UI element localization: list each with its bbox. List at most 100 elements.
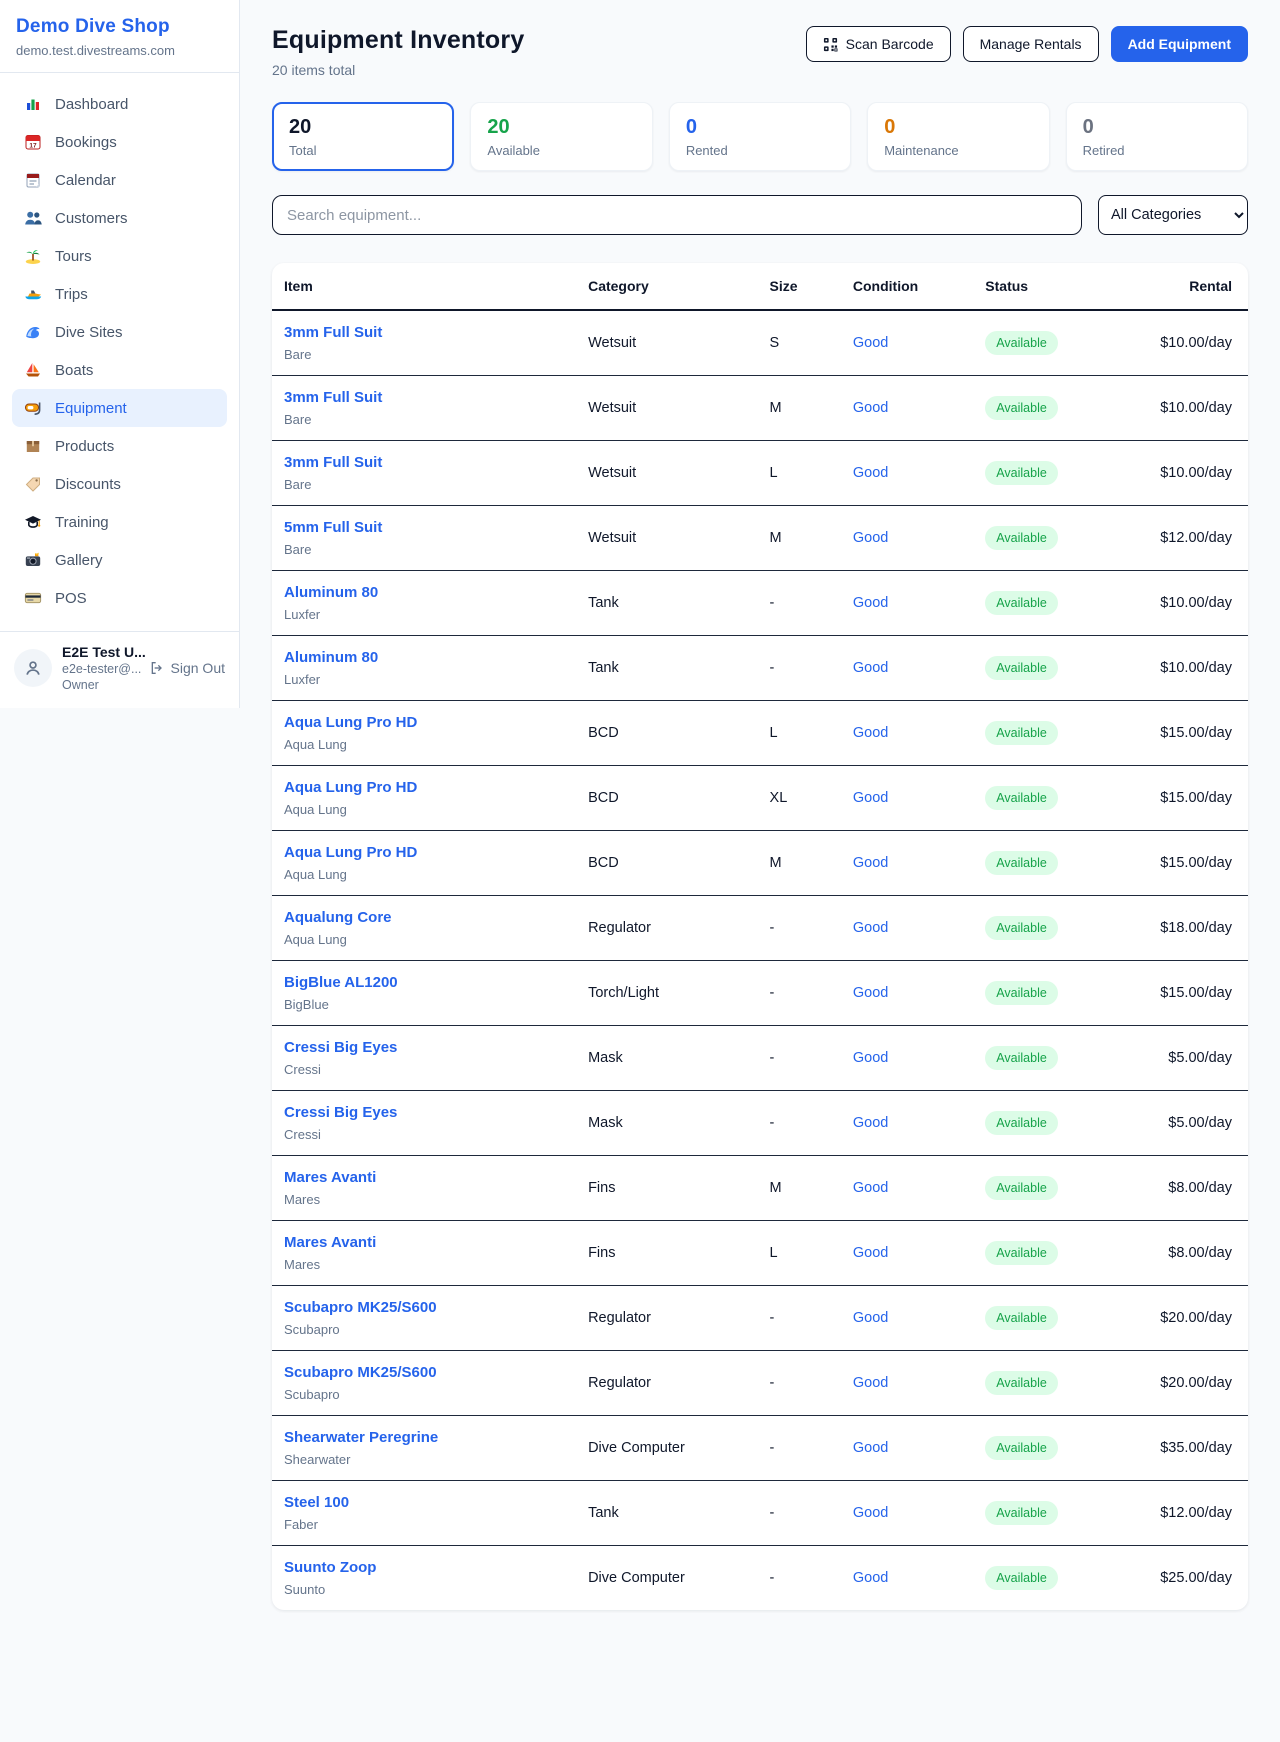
- table-row: 3mm Full Suit Bare Wetsuit M Good Availa…: [272, 376, 1248, 441]
- status-badge: Available: [985, 786, 1058, 810]
- sidebar-item-tours[interactable]: Tours: [12, 237, 227, 275]
- sidebar-item-boats[interactable]: Boats: [12, 351, 227, 389]
- item-condition-link[interactable]: Good: [853, 1180, 888, 1196]
- col-header-category: Category: [576, 263, 757, 310]
- item-condition-link[interactable]: Good: [853, 985, 888, 1001]
- scan-barcode-button[interactable]: Scan Barcode: [806, 26, 951, 62]
- item-name-link[interactable]: Suunto Zoop: [284, 1559, 376, 1576]
- item-name-link[interactable]: Cressi Big Eyes: [284, 1104, 397, 1121]
- status-badge: Available: [985, 1046, 1058, 1070]
- item-name-link[interactable]: Cressi Big Eyes: [284, 1039, 397, 1056]
- table-row: Cressi Big Eyes Cressi Mask - Good Avail…: [272, 1026, 1248, 1091]
- item-condition-link[interactable]: Good: [853, 1115, 888, 1131]
- sidebar-item-label: Dashboard: [55, 96, 128, 113]
- sidebar-item-dashboard[interactable]: Dashboard: [12, 85, 227, 123]
- table-row: 3mm Full Suit Bare Wetsuit L Good Availa…: [272, 441, 1248, 506]
- item-name-link[interactable]: Scubapro MK25/S600: [284, 1299, 437, 1316]
- sidebar-item-equipment[interactable]: Equipment: [12, 389, 227, 427]
- item-name-link[interactable]: 3mm Full Suit: [284, 389, 382, 406]
- sidebar-nav: Dashboard 17 Bookings Calendar Customers…: [0, 73, 239, 625]
- sidebar-item-bookings[interactable]: 17 Bookings: [12, 123, 227, 161]
- item-name-link[interactable]: Mares Avanti: [284, 1234, 376, 1251]
- item-rental: $12.00/day: [1125, 506, 1248, 571]
- item-condition-link[interactable]: Good: [853, 790, 888, 806]
- table-row: Mares Avanti Mares Fins L Good Available…: [272, 1221, 1248, 1286]
- sidebar-item-training[interactable]: Training: [12, 503, 227, 541]
- stat-value: 20: [487, 116, 635, 139]
- item-condition-link[interactable]: Good: [853, 1050, 888, 1066]
- sidebar-item-label: Calendar: [55, 172, 116, 189]
- item-condition-link[interactable]: Good: [853, 335, 888, 351]
- item-condition-link[interactable]: Good: [853, 660, 888, 676]
- item-name-link[interactable]: Aqua Lung Pro HD: [284, 714, 417, 731]
- item-name-link[interactable]: Steel 100: [284, 1494, 349, 1511]
- add-equipment-label: Add Equipment: [1128, 36, 1231, 52]
- sidebar-item-pos[interactable]: POS: [12, 579, 227, 617]
- search-input[interactable]: [272, 195, 1082, 235]
- item-name-link[interactable]: Aqua Lung Pro HD: [284, 844, 417, 861]
- item-condition-link[interactable]: Good: [853, 1505, 888, 1521]
- item-condition-link[interactable]: Good: [853, 1375, 888, 1391]
- item-name-link[interactable]: Scubapro MK25/S600: [284, 1364, 437, 1381]
- manage-rentals-button[interactable]: Manage Rentals: [963, 26, 1099, 62]
- sidebar-item-customers[interactable]: Customers: [12, 199, 227, 237]
- status-badge: Available: [985, 1436, 1058, 1460]
- sidebar-item-label: Discounts: [55, 476, 121, 493]
- item-condition-link[interactable]: Good: [853, 1440, 888, 1456]
- item-condition-link[interactable]: Good: [853, 1570, 888, 1586]
- sidebar-item-dive-sites[interactable]: Dive Sites: [12, 313, 227, 351]
- item-size: -: [758, 1286, 841, 1351]
- sidebar-item-gallery[interactable]: Gallery: [12, 541, 227, 579]
- item-condition-link[interactable]: Good: [853, 855, 888, 871]
- add-equipment-button[interactable]: Add Equipment: [1111, 26, 1248, 62]
- item-condition-link[interactable]: Good: [853, 595, 888, 611]
- item-name-link[interactable]: Aqua Lung Pro HD: [284, 779, 417, 796]
- status-badge: Available: [985, 396, 1058, 420]
- sidebar-item-products[interactable]: Products: [12, 427, 227, 465]
- item-rental: $10.00/day: [1125, 636, 1248, 701]
- item-category: Fins: [576, 1156, 757, 1221]
- item-brand: Aqua Lung: [284, 737, 564, 752]
- status-badge: Available: [985, 591, 1058, 615]
- item-condition-link[interactable]: Good: [853, 920, 888, 936]
- stat-card-maintenance[interactable]: 0 Maintenance: [867, 102, 1049, 171]
- item-brand: Luxfer: [284, 607, 564, 622]
- item-name-link[interactable]: 3mm Full Suit: [284, 454, 382, 471]
- item-name-link[interactable]: BigBlue AL1200: [284, 974, 398, 991]
- col-header-status: Status: [973, 263, 1125, 310]
- item-name-link[interactable]: Mares Avanti: [284, 1169, 376, 1186]
- item-category: Wetsuit: [576, 441, 757, 506]
- sidebar-item-calendar[interactable]: Calendar: [12, 161, 227, 199]
- stat-label: Retired: [1083, 143, 1231, 158]
- stat-card-rented[interactable]: 0 Rented: [669, 102, 851, 171]
- item-name-link[interactable]: Aluminum 80: [284, 584, 378, 601]
- sidebar-item-label: POS: [55, 590, 87, 607]
- sidebar-item-discounts[interactable]: Discounts: [12, 465, 227, 503]
- item-condition-link[interactable]: Good: [853, 465, 888, 481]
- sidebar-item-trips[interactable]: Trips: [12, 275, 227, 313]
- status-badge: Available: [985, 656, 1058, 680]
- stat-value: 0: [686, 116, 834, 139]
- item-category: Tank: [576, 571, 757, 636]
- stat-card-retired[interactable]: 0 Retired: [1066, 102, 1248, 171]
- item-category: Wetsuit: [576, 376, 757, 441]
- sign-out-button[interactable]: Sign Out: [149, 660, 225, 676]
- item-condition-link[interactable]: Good: [853, 530, 888, 546]
- item-name-link[interactable]: Shearwater Peregrine: [284, 1429, 438, 1446]
- item-condition-link[interactable]: Good: [853, 1245, 888, 1261]
- status-badge: Available: [985, 526, 1058, 550]
- status-badge: Available: [985, 1501, 1058, 1525]
- table-row: Aluminum 80 Luxfer Tank - Good Available…: [272, 571, 1248, 636]
- stat-card-available[interactable]: 20 Available: [470, 102, 652, 171]
- item-category: BCD: [576, 766, 757, 831]
- item-condition-link[interactable]: Good: [853, 1310, 888, 1326]
- item-name-link[interactable]: 5mm Full Suit: [284, 519, 382, 536]
- item-name-link[interactable]: Aqualung Core: [284, 909, 392, 926]
- stat-card-total[interactable]: 20 Total: [272, 102, 454, 171]
- item-condition-link[interactable]: Good: [853, 725, 888, 741]
- item-name-link[interactable]: Aluminum 80: [284, 649, 378, 666]
- user-meta: E2E Test U... e2e-tester@... Owner: [62, 644, 139, 692]
- item-name-link[interactable]: 3mm Full Suit: [284, 324, 382, 341]
- item-condition-link[interactable]: Good: [853, 400, 888, 416]
- category-filter-select[interactable]: All Categories: [1098, 195, 1248, 235]
